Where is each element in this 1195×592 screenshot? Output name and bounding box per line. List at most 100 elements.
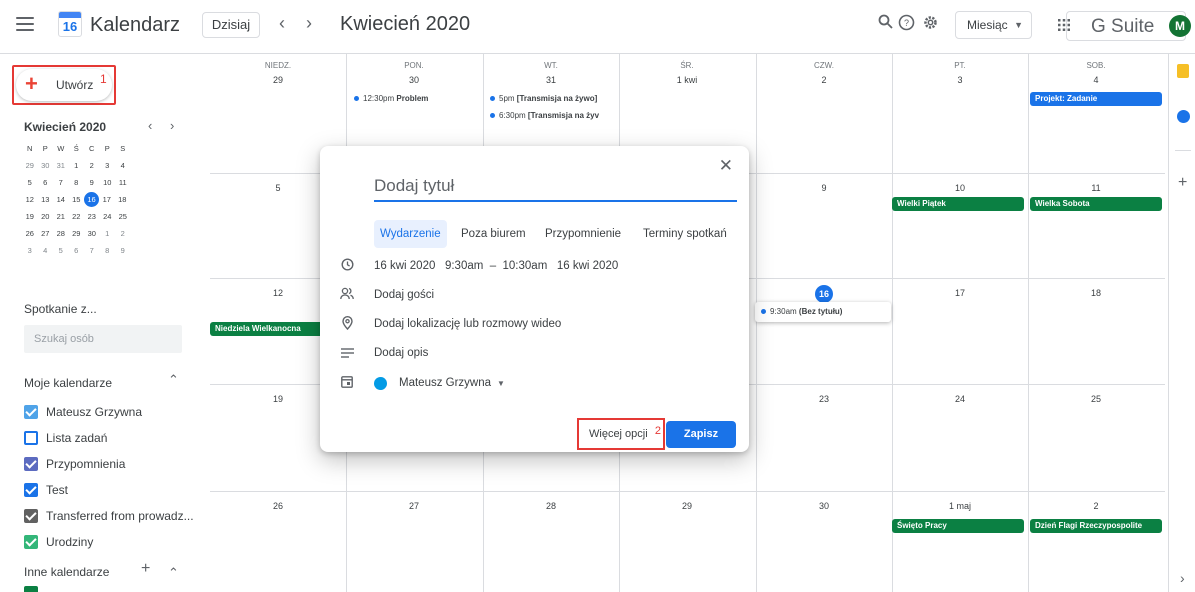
mini-prev-icon[interactable]: ‹: [148, 118, 152, 133]
day-number[interactable]: 27: [346, 501, 482, 511]
day-number[interactable]: 24: [892, 394, 1028, 404]
day-number[interactable]: 11: [1028, 183, 1164, 193]
save-button[interactable]: Zapisz: [666, 421, 736, 448]
calendar-list-item[interactable]: Lista zadań: [24, 430, 107, 446]
calendar-list-item[interactable]: Test: [24, 482, 68, 498]
calendar-list-item[interactable]: Transferred from prowadz...: [24, 508, 194, 524]
search-icon[interactable]: [878, 14, 893, 34]
calendar-owner-select[interactable]: Mateusz Grzywna: [399, 377, 491, 389]
other-calendar-checkbox[interactable]: [24, 586, 38, 592]
all-day-event[interactable]: Dzień Flagi Rzeczypospolite: [1030, 519, 1162, 533]
keep-icon[interactable]: [1177, 64, 1189, 78]
mini-day[interactable]: 14: [53, 191, 69, 208]
tasks-icon[interactable]: [1177, 110, 1190, 123]
timed-event[interactable]: 12:30pm Problem: [354, 94, 479, 103]
mini-day[interactable]: 20: [38, 208, 54, 225]
day-number[interactable]: 4: [1028, 75, 1164, 85]
title-input[interactable]: Dodaj tytuł: [374, 176, 454, 196]
mini-day[interactable]: 24: [100, 208, 116, 225]
view-selector[interactable]: Miesiąc ▼: [955, 11, 1032, 39]
day-number[interactable]: 1 kwi: [619, 75, 755, 85]
mini-day[interactable]: 11: [115, 174, 131, 191]
close-icon[interactable]: ✕: [719, 156, 733, 176]
all-day-event[interactable]: Święto Pracy: [892, 519, 1024, 533]
mini-day[interactable]: 7: [84, 242, 100, 259]
day-number[interactable]: 30: [346, 75, 482, 85]
chevron-up-icon[interactable]: ⌃: [168, 372, 179, 388]
timed-event[interactable]: 5pm [Transmisja na żywo]: [490, 94, 618, 103]
calendar-owner-row[interactable]: Mateusz Grzywna ▼: [340, 374, 505, 392]
day-number[interactable]: 25: [1028, 394, 1164, 404]
add-location-field[interactable]: Dodaj lokalizację lub rozmowy wideo: [374, 318, 561, 330]
add-description-field[interactable]: Dodaj opis: [374, 347, 428, 359]
day-number[interactable]: 18: [1028, 288, 1164, 298]
mini-day[interactable]: 25: [115, 208, 131, 225]
prev-period-icon[interactable]: ‹: [279, 13, 285, 34]
add-guests-field[interactable]: Dodaj gości: [374, 289, 434, 301]
mini-day[interactable]: 26: [22, 225, 38, 242]
day-number[interactable]: 29: [619, 501, 755, 511]
mini-day[interactable]: 17: [99, 191, 115, 208]
tab-event[interactable]: Wydarzenie: [374, 220, 447, 248]
all-day-event[interactable]: Wielki Piątek: [892, 197, 1024, 211]
day-number[interactable]: 10: [892, 183, 1028, 193]
calendar-checkbox[interactable]: [24, 535, 38, 549]
mini-day[interactable]: 8: [100, 242, 116, 259]
day-number[interactable]: 23: [756, 394, 892, 404]
mini-day[interactable]: 30: [38, 157, 54, 174]
tab-appointment-slots[interactable]: Terminy spotkań: [637, 220, 733, 248]
mini-day[interactable]: 9: [84, 174, 100, 191]
mini-day[interactable]: 7: [53, 174, 69, 191]
calendar-list-item[interactable]: Mateusz Grzywna: [24, 404, 142, 420]
mini-day[interactable]: 15: [69, 191, 85, 208]
day-number[interactable]: 17: [892, 288, 1028, 298]
calendar-checkbox[interactable]: [24, 431, 38, 445]
day-number[interactable]: 31: [483, 75, 619, 85]
next-period-icon[interactable]: ›: [306, 13, 312, 34]
calendar-checkbox[interactable]: [24, 457, 38, 471]
mini-day[interactable]: 29: [69, 225, 85, 242]
settings-gear-icon[interactable]: [922, 14, 939, 36]
today-date[interactable]: 16: [815, 285, 833, 303]
tab-out-of-office[interactable]: Poza biurem: [455, 220, 532, 248]
mini-day[interactable]: 4: [115, 157, 131, 174]
date-time-row[interactable]: 16 kwi 2020 9:30am – 10:30am 16 kwi 2020: [340, 257, 618, 275]
mini-day[interactable]: 1: [69, 157, 85, 174]
calendar-checkbox[interactable]: [24, 405, 38, 419]
day-number[interactable]: 1 maj: [892, 501, 1028, 511]
mini-day[interactable]: 16: [84, 192, 99, 207]
mini-day[interactable]: 5: [53, 242, 69, 259]
mini-day[interactable]: 21: [53, 208, 69, 225]
help-icon[interactable]: ?: [898, 14, 915, 36]
add-calendar-icon[interactable]: +: [141, 560, 150, 578]
guests-row[interactable]: Dodaj gości: [340, 286, 434, 304]
add-addon-icon[interactable]: +: [1178, 174, 1187, 192]
mini-day[interactable]: 8: [69, 174, 85, 191]
day-number[interactable]: 28: [483, 501, 619, 511]
day-number[interactable]: 30: [756, 501, 892, 511]
mini-day[interactable]: 23: [84, 208, 100, 225]
day-number[interactable]: 9: [756, 183, 892, 193]
more-options-button[interactable]: Więcej opcji 2: [577, 418, 665, 450]
mini-day[interactable]: 2: [115, 225, 131, 242]
mini-day[interactable]: 28: [53, 225, 69, 242]
mini-day[interactable]: 19: [22, 208, 38, 225]
day-number[interactable]: 2: [1028, 501, 1164, 511]
calendar-checkbox[interactable]: [24, 509, 38, 523]
mini-day[interactable]: 10: [100, 174, 116, 191]
day-number[interactable]: 29: [210, 75, 346, 85]
tab-reminder[interactable]: Przypomnienie: [539, 220, 627, 248]
day-number[interactable]: 26: [210, 501, 346, 511]
end-date[interactable]: 16 kwi 2020: [557, 260, 618, 272]
calendar-checkbox[interactable]: [24, 483, 38, 497]
people-search-input[interactable]: Szukaj osób: [24, 325, 182, 353]
all-day-event[interactable]: Wielka Sobota: [1030, 197, 1162, 211]
mini-day[interactable]: 27: [38, 225, 54, 242]
mini-day[interactable]: 5: [22, 174, 38, 191]
expand-panel-icon[interactable]: ›: [1180, 570, 1185, 586]
mini-day[interactable]: 31: [53, 157, 69, 174]
end-time[interactable]: 10:30am: [503, 260, 548, 272]
all-day-event[interactable]: Projekt: Zadanie: [1030, 92, 1162, 106]
description-row[interactable]: Dodaj opis: [340, 344, 428, 362]
start-time[interactable]: 9:30am: [445, 260, 483, 272]
